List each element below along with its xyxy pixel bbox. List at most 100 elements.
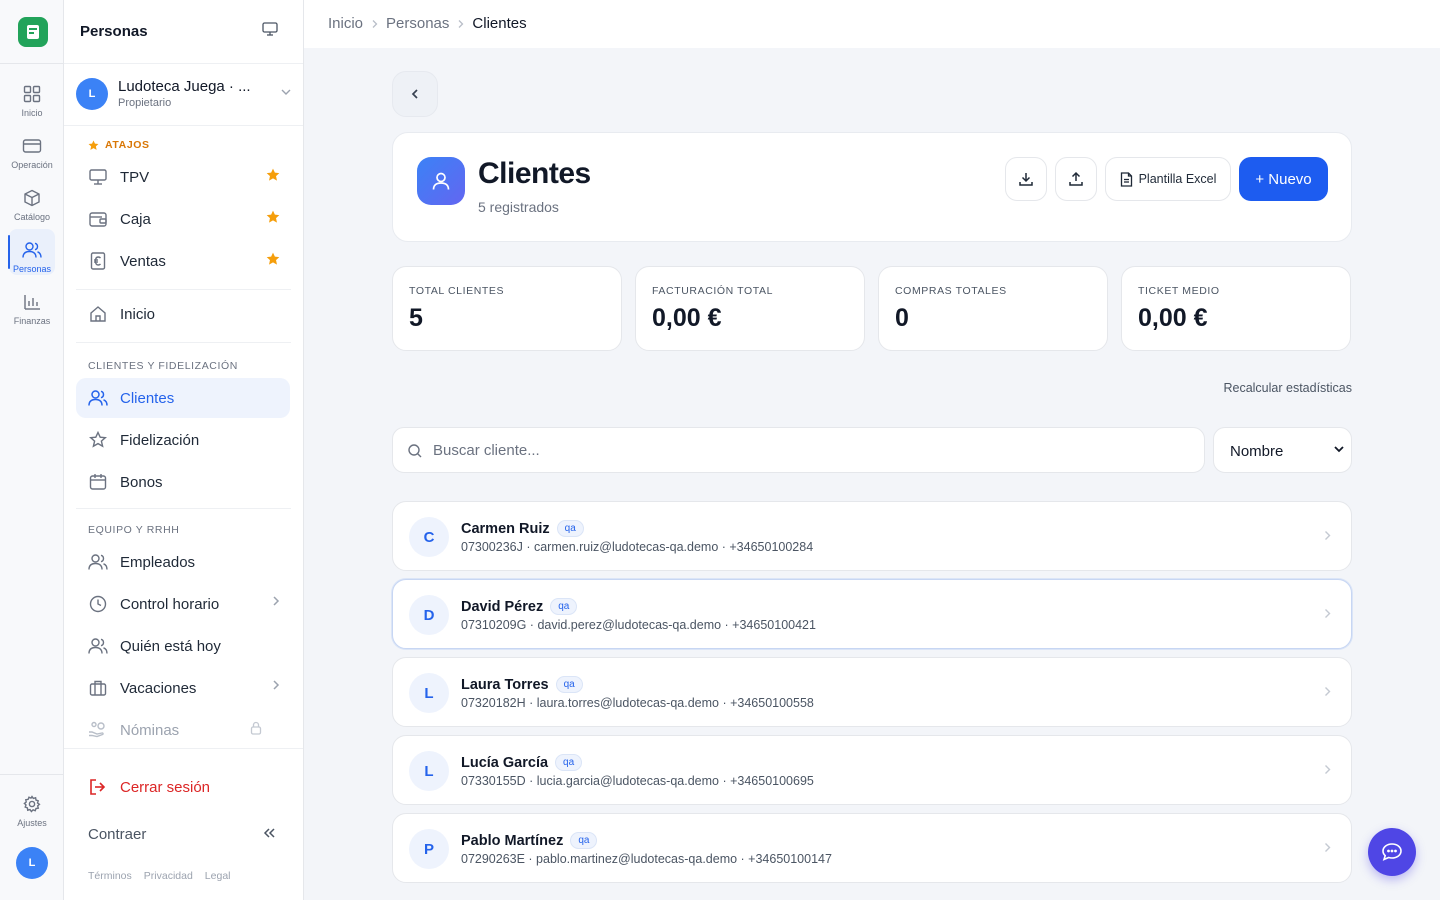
app-logo[interactable]: [18, 17, 48, 47]
client-name: Lucía García: [461, 754, 549, 771]
page-title: Clientes: [478, 157, 591, 190]
breadcrumb-current: Clientes: [472, 15, 527, 32]
sort-selected-value: Nombre: [1230, 443, 1284, 460]
download-button[interactable]: [1005, 157, 1047, 201]
breadcrumb: Inicio Personas Clientes: [328, 15, 527, 32]
footer-link-terms[interactable]: Términos: [88, 870, 132, 882]
client-row[interactable]: L Laura Torres qa 07320182H · laura.torr…: [392, 657, 1352, 727]
client-name-line: Lucía García qa: [461, 754, 583, 771]
sidebar-item-label: Bonos: [120, 473, 163, 491]
shortcut-ventas[interactable]: Ventas: [76, 241, 290, 281]
card-icon: [21, 135, 43, 157]
sidebar-item-fidelizacion[interactable]: Fidelización: [76, 420, 290, 460]
logout-button[interactable]: Cerrar sesión: [76, 767, 290, 807]
sidebar-item-inicio[interactable]: Inicio: [76, 294, 290, 334]
recalculate-stats-link[interactable]: Recalcular estadísticas: [1223, 381, 1352, 395]
sidebar-item-clientes[interactable]: Clientes: [76, 378, 290, 418]
client-name: David Pérez: [461, 598, 544, 615]
sidebar-title: Personas: [80, 23, 148, 40]
stat-label: TICKET MEDIO: [1138, 285, 1220, 297]
sort-select[interactable]: Nombre: [1213, 427, 1352, 473]
stat-card-ticket-medio: TICKET MEDIO 0,00 €: [1121, 266, 1351, 351]
sidebar-item-quien-esta-hoy[interactable]: Quién está hoy: [76, 626, 290, 666]
breadcrumb-inicio[interactable]: Inicio: [328, 15, 363, 32]
rail-item-label: Inicio: [21, 108, 43, 118]
rail-item-ajustes[interactable]: Ajustes: [0, 790, 64, 838]
stat-card-compras: COMPRAS TOTALES 0: [878, 266, 1108, 351]
star-icon[interactable]: [266, 252, 280, 266]
shortcut-tpv[interactable]: TPV: [76, 157, 290, 197]
breadcrumb-personas[interactable]: Personas: [386, 15, 449, 32]
sidebar-item-empleados[interactable]: Empleados: [76, 542, 290, 582]
sidebar-divider: [76, 289, 291, 290]
rail-item-inicio[interactable]: Inicio: [0, 80, 64, 128]
collapse-label[interactable]: Contraer: [88, 826, 146, 843]
client-meta: 07300236J · carmen.ruiz@ludotecas-qa.dem…: [461, 540, 814, 554]
shortcut-label: TPV: [120, 168, 150, 186]
client-name-line: David Pérez qa: [461, 598, 578, 615]
sidebar-divider: [76, 342, 291, 343]
footer-link-privacy[interactable]: Privacidad: [144, 870, 193, 882]
sidebar-divider: [64, 748, 303, 749]
client-tag: qa: [555, 676, 583, 693]
client-meta: 07320182H · laura.torres@ludotecas-qa.de…: [461, 696, 814, 710]
topbar: Inicio Personas Clientes: [304, 0, 1440, 48]
rail-item-operacion[interactable]: Operación: [0, 132, 64, 180]
logout-label: Cerrar sesión: [120, 778, 211, 796]
briefcase-icon: [88, 678, 108, 698]
excel-template-label: Plantilla Excel: [1138, 172, 1217, 186]
client-name-line: Pablo Martínez qa: [461, 832, 598, 849]
client-name: Pablo Martínez: [461, 832, 564, 849]
rail-item-label: Operación: [11, 160, 53, 170]
rail-item-finanzas[interactable]: Finanzas: [0, 288, 64, 336]
chevron-right-icon: [1324, 842, 1331, 853]
grid-icon: [21, 83, 43, 105]
star-icon[interactable]: [266, 168, 280, 182]
client-meta: 07330155D · lucia.garcia@ludotecas-qa.de…: [461, 774, 814, 788]
shortcuts-heading: ATAJOS: [88, 139, 150, 151]
monitor-icon[interactable]: [262, 22, 278, 36]
search-input[interactable]: [433, 428, 1193, 472]
sidebar-item-label: Inicio: [120, 305, 156, 323]
stat-value: 0,00 €: [1138, 304, 1208, 332]
client-row[interactable]: P Pablo Martínez qa 07290263E · pablo.ma…: [392, 813, 1352, 883]
chat-bubble-icon: [1382, 843, 1402, 861]
sidebar-item-control-horario[interactable]: Control horario: [76, 584, 290, 624]
chevron-down-icon: [1333, 445, 1345, 453]
users-icon: [88, 388, 108, 408]
chevron-down-icon: [280, 88, 292, 96]
shortcut-caja[interactable]: Caja: [76, 199, 290, 239]
sidebar-item-vacaciones[interactable]: Vacaciones: [76, 668, 290, 708]
client-row[interactable]: C Carmen Ruiz qa 07300236J · carmen.ruiz…: [392, 501, 1352, 571]
footer-link-legal[interactable]: Legal: [205, 870, 231, 882]
bar-chart-icon: [21, 291, 43, 313]
home-icon: [88, 304, 108, 324]
client-name: Laura Torres: [461, 676, 549, 693]
back-button[interactable]: [392, 71, 438, 117]
client-row[interactable]: D David Pérez qa 07310209G · david.perez…: [392, 579, 1352, 649]
org-name: Ludoteca Juega · ...: [118, 78, 251, 95]
new-client-button[interactable]: + Nuevo: [1239, 157, 1328, 201]
app-rail: Inicio Operación Catálogo Personas Finan…: [0, 0, 64, 900]
rail-item-label: Ajustes: [17, 818, 47, 828]
rail-item-personas[interactable]: Personas: [0, 236, 64, 284]
chat-button[interactable]: [1368, 828, 1416, 876]
stat-card-total-clientes: TOTAL CLIENTES 5: [392, 266, 622, 351]
lock-icon: [250, 721, 262, 735]
org-switcher[interactable]: L Ludoteca Juega · ... Propietario: [76, 76, 296, 112]
rail-item-label: Finanzas: [13, 316, 51, 326]
star-icon[interactable]: [266, 210, 280, 224]
upload-button[interactable]: [1055, 157, 1097, 201]
sidebar-item-bonos[interactable]: Bonos: [76, 462, 290, 502]
sidebar: Personas L Ludoteca Juega · ... Propieta…: [64, 0, 304, 900]
client-row[interactable]: L Lucía García qa 07330155D · lucia.garc…: [392, 735, 1352, 805]
double-chevron-left-icon[interactable]: [262, 827, 276, 839]
sidebar-item-label: Quién está hoy: [120, 637, 221, 655]
client-meta: 07290263E · pablo.martinez@ludotecas-qa.…: [461, 852, 832, 866]
user-avatar[interactable]: L: [16, 847, 48, 879]
excel-template-button[interactable]: Plantilla Excel: [1105, 157, 1231, 201]
rail-item-label: Personas: [12, 264, 52, 274]
stat-value: 0: [895, 304, 909, 332]
rail-item-catalogo[interactable]: Catálogo: [0, 184, 64, 232]
chevron-right-icon: [457, 19, 464, 29]
